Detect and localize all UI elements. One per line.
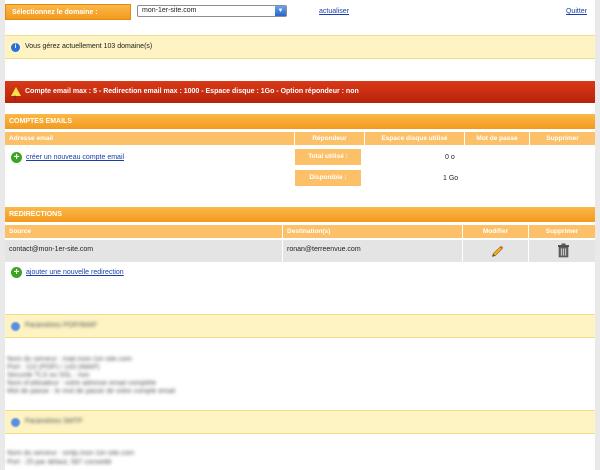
pop-imap-line: Nom d'utilisateur : votre adresse email … xyxy=(7,380,157,387)
info-icon xyxy=(11,322,20,331)
add-icon[interactable]: + xyxy=(11,267,22,278)
col-disk-used: Espace disque utilisé xyxy=(365,132,465,145)
redirection-destination: ronan@terreenvue.com xyxy=(287,246,361,253)
col-destination: Destination(s) xyxy=(283,225,463,238)
col-email-address: Adresse email xyxy=(5,132,295,145)
email-accounts-title: COMPTES EMAILS xyxy=(5,114,595,129)
total-used-value: 0 o xyxy=(445,154,455,161)
pop-imap-line: Port : 110 (POP) / 143 (IMAP) xyxy=(7,364,100,371)
domain-select-value: mon-1er-site.com xyxy=(142,7,197,14)
add-redirection-link[interactable]: ajouter une nouvelle redirection xyxy=(26,269,124,276)
alert-banner: ! Compte email max : 5 - Redirection ema… xyxy=(5,81,595,103)
smtp-title: Paramètres SMTP xyxy=(25,418,83,425)
pop-imap-title: Paramètres POP/IMAP xyxy=(25,322,97,329)
smtp-line: Nom du serveur : smtp.mon-1er-site.com xyxy=(7,450,135,457)
info-message: Vous gérez actuellement 103 domaine(s) xyxy=(25,43,153,50)
alert-message: Compte email max : 5 - Redirection email… xyxy=(25,88,359,95)
pencil-icon[interactable] xyxy=(490,243,504,259)
chevron-down-icon[interactable]: ▼ xyxy=(275,6,286,16)
domain-select-label: Sélectionnez le domaine : xyxy=(5,4,131,20)
total-used-label: Total utilisé : xyxy=(295,149,361,165)
page: Sélectionnez le domaine : mon-1er-site.c… xyxy=(5,0,595,470)
smtp-section-header: Paramètres SMTP xyxy=(5,410,595,434)
col-delete: Supprimer xyxy=(530,132,595,145)
col-delete-redirection: Supprimer xyxy=(529,225,595,238)
info-banner: i Vous gérez actuellement 103 domaine(s) xyxy=(5,35,595,59)
info-icon xyxy=(11,418,20,427)
redirections-title: REDIRECTIONS xyxy=(5,207,595,222)
quit-link[interactable]: Quitter xyxy=(566,8,587,15)
col-source: Source xyxy=(5,225,283,238)
create-email-account-link[interactable]: créer un nouveau compte email xyxy=(26,154,124,161)
trash-icon[interactable] xyxy=(557,243,570,260)
redirection-source: contact@mon-1er-site.com xyxy=(9,246,94,253)
pop-imap-line: Nom du serveur : mail.mon-1er-site.com xyxy=(7,356,132,363)
column-divider xyxy=(528,240,529,262)
smtp-line: Port : 25 par défaut, 587 conseillé xyxy=(7,459,112,466)
col-password: Mot de passe xyxy=(465,132,530,145)
table-row: contact@mon-1er-site.com ronan@terreenvu… xyxy=(5,240,595,262)
pop-imap-line: Mot de passe : le mot de passe de votre … xyxy=(7,388,176,395)
pop-imap-line: Sécurité TLS ou SSL : non xyxy=(7,372,90,379)
warning-icon: ! xyxy=(11,87,21,102)
domain-select[interactable]: mon-1er-site.com ▼ xyxy=(137,5,287,17)
pop-imap-section-header: Paramètres POP/IMAP xyxy=(5,314,595,338)
column-divider xyxy=(282,240,283,262)
col-edit: Modifier xyxy=(463,225,529,238)
available-label: Disponible : xyxy=(295,170,361,186)
add-icon[interactable]: + xyxy=(11,152,22,163)
update-link[interactable]: actualiser xyxy=(319,8,349,15)
column-divider xyxy=(462,240,463,262)
col-responder: Répondeur xyxy=(295,132,365,145)
info-icon: i xyxy=(11,43,20,52)
available-value: 1 Go xyxy=(443,175,459,182)
